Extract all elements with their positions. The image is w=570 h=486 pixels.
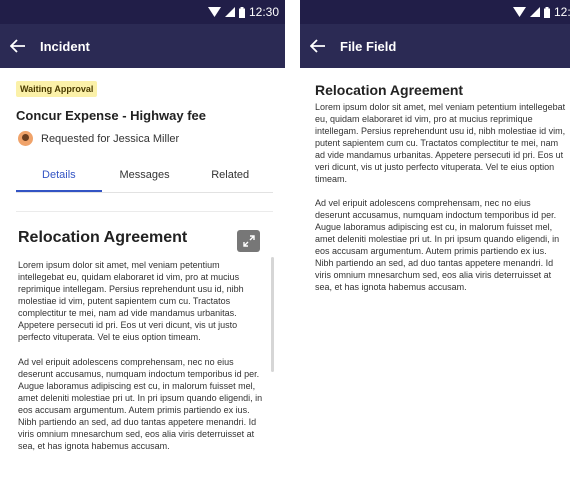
document-paragraph: Ad vel eripuit adolescens comprehensam, …: [315, 198, 560, 292]
record-title: Concur Expense - Highway fee: [16, 108, 206, 123]
document-paragraph: Lorem ipsum dolor sit amet, mel veniam p…: [315, 102, 566, 184]
incident-screen: 12:30 Incident Waiting Approval Concur E…: [0, 0, 285, 486]
app-bar: Incident: [0, 24, 285, 68]
status-bar: 12:30: [0, 0, 285, 24]
back-arrow-icon[interactable]: [10, 37, 28, 55]
status-time: 12:30: [248, 5, 279, 19]
requested-for: Requested for Jessica Miller: [18, 131, 179, 146]
document-title: Relocation Agreement: [18, 229, 188, 246]
expand-icon[interactable]: [237, 230, 260, 252]
document-body: Lorem ipsum dolor sit amet, mel veniam p…: [18, 259, 264, 465]
avatar: [18, 131, 33, 146]
tab-bar: Details Messages Related: [16, 164, 273, 193]
app-bar: File Field: [300, 24, 570, 68]
requested-for-label: Requested for Jessica Miller: [41, 132, 180, 145]
status-bar: 12:30: [300, 0, 570, 24]
scrollbar[interactable]: [271, 257, 274, 372]
back-arrow-icon[interactable]: [310, 37, 328, 55]
divider: [16, 211, 273, 212]
document-body: Lorem ipsum dolor sit amet, mel veniam p…: [315, 101, 566, 305]
document-title: Relocation Agreement: [315, 82, 464, 98]
battery-icon: [543, 6, 550, 18]
wifi-icon: [207, 7, 221, 17]
tab-messages[interactable]: Messages: [102, 164, 188, 192]
status-badge: Waiting Approval: [16, 81, 98, 97]
page-title: File Field: [340, 38, 397, 54]
document-paragraph: Ad vel eripuit adolescens comprehensam, …: [18, 357, 263, 451]
signal-icon: [529, 7, 540, 17]
battery-icon: [238, 6, 245, 18]
tab-related[interactable]: Related: [187, 164, 273, 192]
wifi-icon: [512, 7, 526, 17]
tab-details[interactable]: Details: [16, 164, 102, 192]
status-time: 12:30: [553, 5, 570, 19]
document-paragraph: Lorem ipsum dolor sit amet, mel veniam p…: [18, 260, 244, 342]
signal-icon: [224, 7, 235, 17]
file-field-screen: 12:30 File Field Relocation Agreement Lo…: [300, 0, 570, 486]
page-title: Incident: [40, 38, 90, 54]
